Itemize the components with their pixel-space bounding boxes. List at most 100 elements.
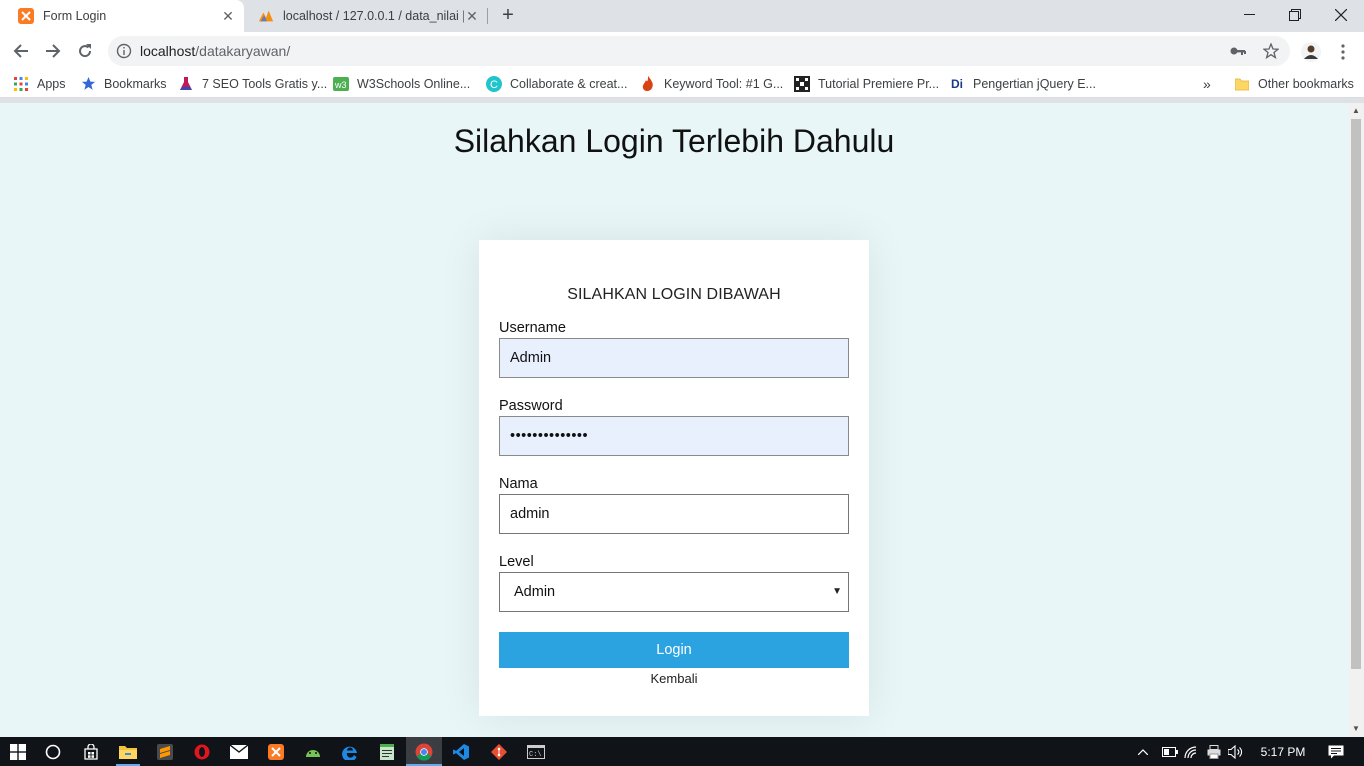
username-input[interactable]: Admin <box>499 338 849 378</box>
key-icon[interactable] <box>1224 36 1252 66</box>
minimize-icon[interactable] <box>1226 0 1272 30</box>
bookmark-label: Apps <box>37 76 66 91</box>
tab-form-login[interactable]: Form Login ✕ <box>0 0 244 32</box>
url-text: localhost/datakaryawan/ <box>140 43 290 59</box>
chrome-menu-icon[interactable] <box>1330 39 1356 65</box>
svg-text:C:\: C:\ <box>529 751 542 759</box>
bookmark-canva[interactable]: C Collaborate & creat... <box>486 70 627 97</box>
chevron-double-right-icon: » <box>1203 75 1211 92</box>
di-icon: Di <box>951 76 963 91</box>
password-input[interactable]: •••••••••••••• <box>499 416 849 456</box>
windows-taskbar: C:\ 5:17 PM <box>0 737 1364 766</box>
bookmark-label: Tutorial Premiere Pr... <box>818 76 940 91</box>
sublime-icon[interactable] <box>154 741 176 763</box>
store-icon[interactable] <box>80 741 102 763</box>
bookmark-star-icon[interactable] <box>1257 36 1285 66</box>
tab-separator <box>487 8 488 24</box>
git-icon[interactable] <box>488 741 510 763</box>
wifi-icon[interactable] <box>1181 745 1203 758</box>
clock-time[interactable]: 5:17 PM <box>1255 745 1311 759</box>
star-icon <box>80 76 96 92</box>
address-bar[interactable]: localhost/datakaryawan/ <box>108 36 1290 66</box>
bookmark-seo-tools[interactable]: 7 SEO Tools Gratis y... <box>178 70 327 97</box>
page-title: Silahkan Login Terlebih Dahulu <box>453 123 895 159</box>
edge-icon[interactable] <box>339 741 361 763</box>
bookmark-premiere[interactable]: Tutorial Premiere Pr... <box>794 70 939 97</box>
bookmark-label: Collaborate & creat... <box>510 76 628 91</box>
close-tab-icon[interactable]: ✕ <box>464 8 480 24</box>
apps-grid-icon <box>13 76 29 92</box>
dropdown-caret-icon: ▼ <box>832 586 842 597</box>
svg-text:C: C <box>490 79 498 91</box>
level-selected-value: Admin <box>514 584 556 600</box>
login-button[interactable]: Login <box>499 632 849 668</box>
cmd-icon[interactable]: C:\ <box>525 741 547 763</box>
cortana-icon[interactable] <box>42 741 64 763</box>
bookmark-keyword-tool[interactable]: Keyword Tool: #1 G... <box>640 70 783 97</box>
scroll-up-arrow-icon[interactable]: ▲ <box>1352 106 1360 115</box>
level-select[interactable]: Admin ▼ <box>499 572 849 612</box>
nama-input[interactable]: admin <box>499 494 849 534</box>
bookmarks-overflow[interactable]: » <box>1203 70 1211 97</box>
vscode-icon[interactable] <box>450 741 472 763</box>
bookmark-apps[interactable]: Apps <box>13 70 66 97</box>
flask-icon <box>178 76 194 92</box>
bookmark-jquery[interactable]: Di Pengertian jQuery E... <box>949 70 1096 97</box>
back-arrow-icon[interactable] <box>7 37 35 65</box>
notepad-icon[interactable] <box>376 741 398 763</box>
site-info-icon[interactable] <box>116 43 132 59</box>
film-icon <box>794 75 810 92</box>
bookmark-label: Pengertian jQuery E... <box>973 76 1096 91</box>
opera-icon[interactable] <box>191 741 213 763</box>
system-tray: 5:17 PM <box>1135 737 1351 766</box>
file-explorer-icon[interactable] <box>117 741 139 763</box>
canva-icon: C <box>486 75 502 92</box>
volume-icon[interactable] <box>1225 744 1247 759</box>
battery-icon[interactable] <box>1159 746 1181 757</box>
profile-avatar-icon[interactable] <box>1298 39 1324 65</box>
phpmyadmin-favicon-icon <box>258 8 274 24</box>
bookmark-label: 7 SEO Tools Gratis y... <box>202 76 328 91</box>
page-scrollbar[interactable]: ▲ ▼ <box>1348 103 1364 737</box>
folder-icon <box>1234 76 1250 92</box>
reload-icon[interactable] <box>71 37 99 65</box>
tab-title: Form Login <box>43 9 107 23</box>
scroll-down-arrow-icon[interactable]: ▼ <box>1352 724 1360 733</box>
page-viewport: Silahkan Login Terlebih Dahulu SILAHKAN … <box>0 103 1348 737</box>
back-link[interactable]: Kembali <box>479 671 869 686</box>
close-tab-icon[interactable]: ✕ <box>220 8 236 24</box>
bookmark-other-bookmarks[interactable]: Other bookmarks <box>1234 70 1354 97</box>
close-window-icon[interactable] <box>1318 0 1364 30</box>
mail-icon[interactable] <box>228 741 250 763</box>
action-center-icon[interactable] <box>1321 745 1351 759</box>
android-studio-icon[interactable] <box>302 741 324 763</box>
form-heading: SILAHKAN LOGIN DIBAWAH <box>567 286 781 303</box>
start-icon[interactable] <box>7 741 29 763</box>
url-path: /datakaryawan/ <box>195 43 291 59</box>
bookmark-bookmarks[interactable]: Bookmarks <box>80 70 167 97</box>
forward-arrow-icon[interactable] <box>39 37 67 65</box>
url-host: localhost <box>140 43 196 59</box>
xampp-icon[interactable] <box>265 741 287 763</box>
chrome-icon[interactable] <box>413 741 435 763</box>
svg-text:w3: w3 <box>334 80 347 90</box>
bookmarks-bar: Apps Bookmarks 7 SEO Tools Gratis y... w… <box>0 70 1364 98</box>
new-tab-plus-icon[interactable]: + <box>497 4 519 26</box>
bookmark-label: Other bookmarks <box>1258 76 1354 91</box>
bookmark-label: W3Schools Online... <box>357 76 471 91</box>
tray-chevron-up-icon[interactable] <box>1135 748 1151 755</box>
password-label: Password <box>499 398 563 414</box>
flame-icon <box>640 75 656 92</box>
bookmark-label: Keyword Tool: #1 G... <box>664 76 784 91</box>
login-card: SILAHKAN LOGIN DIBAWAH Username Admin Pa… <box>479 240 869 716</box>
xampp-favicon-icon <box>18 8 34 24</box>
tab-strip: Form Login ✕ localhost / 127.0.0.1 / dat… <box>0 0 1364 32</box>
bookmark-label: Bookmarks <box>104 76 167 91</box>
bookmark-w3schools[interactable]: w3 W3Schools Online... <box>333 70 470 97</box>
restore-icon[interactable] <box>1272 0 1318 30</box>
tab-title: localhost / 127.0.0.1 / data_nilai | <box>283 9 464 23</box>
tab-phpmyadmin[interactable]: localhost / 127.0.0.1 / data_nilai | ✕ <box>248 0 488 32</box>
level-label: Level <box>499 554 534 570</box>
printer-icon[interactable] <box>1203 744 1225 759</box>
scrollbar-thumb[interactable] <box>1351 119 1361 669</box>
